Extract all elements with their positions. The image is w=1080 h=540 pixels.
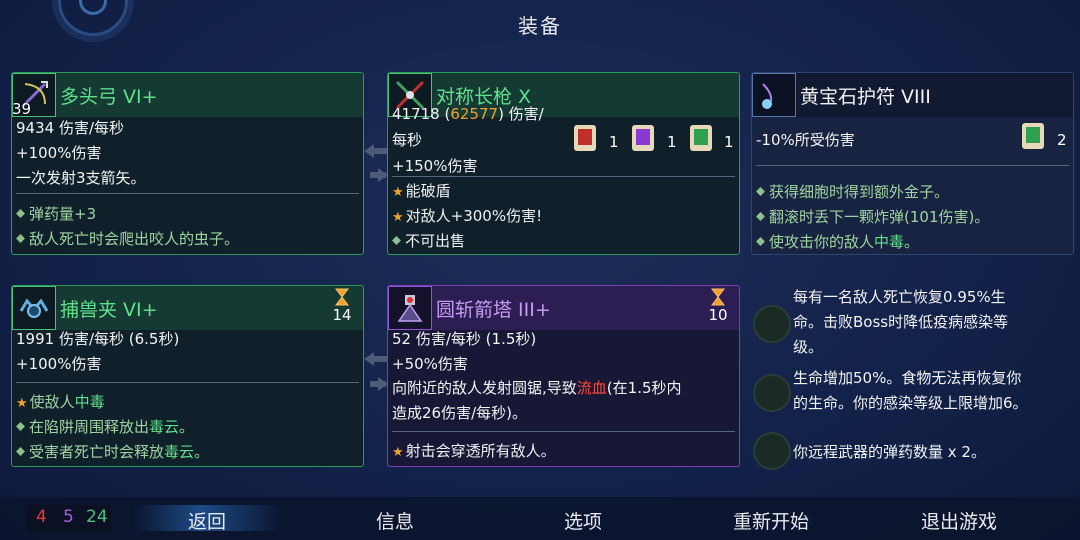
skill-feature: ★ 使敌人中毒 xyxy=(16,393,105,411)
hourglass-icon xyxy=(335,288,349,306)
info-button[interactable]: 信息 xyxy=(376,507,414,534)
amulet-title: 黄宝石护符 VIII xyxy=(800,86,931,108)
mutation-recovery[interactable]: 每有一名敌人死亡恢复0.95%生 命。击败Boss时降低疫病感染等 级。 xyxy=(751,285,1079,361)
amulet-feature: 使攻击你的敌人中毒。 xyxy=(756,231,919,252)
swap-left-arrow-icon xyxy=(364,352,388,366)
skill-description: 向附近的敌人发射圆锯,导致流血(在1.5秒内 xyxy=(392,379,682,397)
amulet-stat: -10%所受伤害 xyxy=(756,131,855,149)
brutality-stat: 4 xyxy=(36,507,47,527)
brutality-scroll-icon xyxy=(574,125,596,151)
divider xyxy=(392,431,735,432)
weapon-feature: ★ 对敌人+300%伤害! xyxy=(392,207,543,225)
swap-right-arrow-icon xyxy=(364,168,388,182)
weapon-dps: 41718 (62577) 伤害/ xyxy=(392,105,544,123)
skill-dps: 1991 伤害/每秒 (6.5秒) xyxy=(16,330,180,348)
skill-bonus: +50%伤害 xyxy=(392,355,468,373)
skill-feature: 受害者死亡时会释放毒云。 xyxy=(16,441,209,462)
weapon-dps: 9434 伤害/每秒 xyxy=(16,119,124,137)
skill-description: 造成26伤害/每秒)。 xyxy=(392,404,527,422)
recovery-mutation-icon xyxy=(753,305,791,343)
options-button[interactable]: 选项 xyxy=(564,507,602,534)
weapon-bonus: +150%伤害 xyxy=(392,157,478,175)
swap-left-arrow-icon xyxy=(364,144,388,158)
survival-scroll-icon xyxy=(690,125,712,151)
survival-scroll-icon xyxy=(1022,123,1044,149)
mutation-description: 你远程武器的弹药数量 x 2。 xyxy=(793,443,986,461)
scroll-count: 1 xyxy=(724,133,734,151)
divider xyxy=(392,176,735,177)
scroll-count: 1 xyxy=(667,133,677,151)
divider xyxy=(16,382,359,383)
divider xyxy=(16,193,359,194)
divider xyxy=(756,165,1069,166)
weapon-feature: 敌人死亡时会爬出咬人的虫子。 xyxy=(16,228,239,249)
mutation-description: 每有一名敌人死亡恢复0.95%生 命。击败Boss时降低疫病感染等 级。 xyxy=(793,288,1009,356)
mutation-description: 生命增加50%。食物无法再恢复你 的生命。你的感染等级上限增加6。 xyxy=(793,369,1028,412)
skill-title: 捕兽夹 VI+ xyxy=(60,299,158,321)
amulet-feature: 获得细胞时得到额外金子。 xyxy=(756,181,949,202)
amulet-feature: 翻滚时丢下一颗炸弹(101伤害)。 xyxy=(756,206,989,227)
necromancy-mutation-icon xyxy=(753,374,791,412)
skill-title: 圆斩箭塔 III+ xyxy=(436,299,551,321)
survival-stat: 24 xyxy=(86,507,108,527)
cooldown-timer: 10 xyxy=(703,288,733,323)
cooldown-timer: 14 xyxy=(327,288,357,323)
ammo-mutation-icon xyxy=(753,432,791,470)
skill-card-wolf-trap[interactable]: 捕兽夹 VI+ 14 1991 伤害/每秒 (6.5秒) +100%伤害 ★ 使敌… xyxy=(11,285,364,467)
weapon-feature: ★ 能破盾 xyxy=(392,182,451,200)
weapon-bonus: +100%伤害 xyxy=(16,144,102,162)
weapon-feature: 不可出售 xyxy=(392,230,465,251)
weapon-card-multiple-nocks-bow[interactable]: 39 多头弓 VI+ 9434 伤害/每秒 +100%伤害 一次发射3支箭矢。 … xyxy=(11,72,364,255)
restart-button[interactable]: 重新开始 xyxy=(733,507,809,534)
page-title: 装备 xyxy=(518,14,562,38)
tactics-stat: 5 xyxy=(63,507,74,527)
bottom-menu-bar: 4 5 24 返回 信息 选项 重新开始 退出游戏 xyxy=(0,497,1080,540)
mutation-ammo[interactable]: 你远程武器的弹药数量 x 2。 xyxy=(751,428,1079,472)
back-button[interactable]: 返回 xyxy=(188,507,226,534)
amulet-icon xyxy=(752,73,796,117)
quit-game-button[interactable]: 退出游戏 xyxy=(921,507,997,534)
weapon-description: 一次发射3支箭矢。 xyxy=(16,169,146,187)
weapon-dps-unit: 每秒 xyxy=(392,131,423,149)
mutation-necromancy[interactable]: 生命增加50%。食物无法再恢复你 的生命。你的感染等级上限增加6。 xyxy=(751,366,1079,418)
skill-feature: ★ 射击会穿透所有敌人。 xyxy=(392,442,556,460)
item-level: 39 xyxy=(12,100,32,118)
amulet-card-topaz[interactable]: 黄宝石护符 VIII -10%所受伤害 2 获得细胞时得到额外金子。 翻滚时丢下… xyxy=(751,72,1074,255)
swap-right-arrow-icon xyxy=(364,377,388,391)
skill-bonus: +100%伤害 xyxy=(16,355,102,373)
weapon-title: 多头弓 VI+ xyxy=(60,86,158,108)
weapon-feature: 弹药量+3 xyxy=(16,203,96,224)
hourglass-icon xyxy=(711,288,725,306)
turret-icon xyxy=(388,286,432,330)
skill-feature: 在陷阱周围释放出毒云。 xyxy=(16,416,194,437)
tactics-scroll-icon xyxy=(632,125,654,151)
skill-dps: 52 伤害/每秒 (1.5秒) xyxy=(392,330,537,348)
wolf-trap-icon xyxy=(12,286,56,330)
scroll-count: 1 xyxy=(609,133,619,151)
stats-counter: 4 5 24 xyxy=(27,505,111,531)
weapon-card-symmetrical-lance[interactable]: 对称长枪 X 41718 (62577) 伤害/ 每秒 1 1 1 +150%伤… xyxy=(387,72,740,255)
crit-dps: 62577 xyxy=(450,105,499,123)
scroll-count: 2 xyxy=(1057,131,1067,149)
skill-card-sinew-slicer[interactable]: 圆斩箭塔 III+ 10 52 伤害/每秒 (1.5秒) +50%伤害 向附近的… xyxy=(387,285,740,467)
